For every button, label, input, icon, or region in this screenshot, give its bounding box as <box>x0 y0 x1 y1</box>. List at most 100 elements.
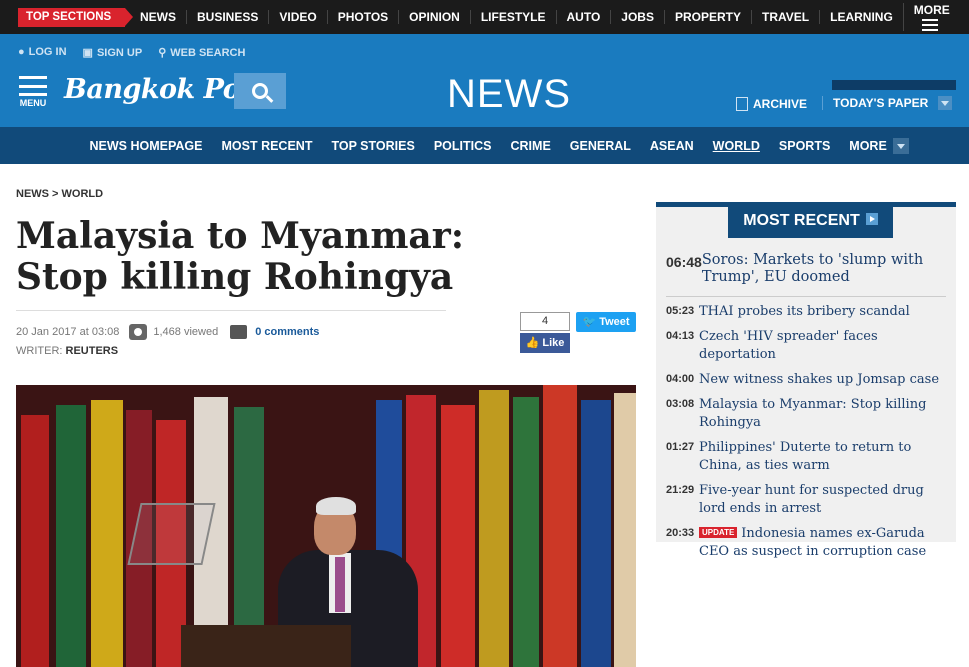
top-nav-more-label: MORE <box>913 3 950 17</box>
web-search-link[interactable]: ⚲ WEB SEARCH <box>158 46 245 59</box>
top-nav-property[interactable]: PROPERTY <box>663 10 751 24</box>
login-link[interactable]: ● LOG IN <box>18 46 67 59</box>
article-meta: 20 Jan 2017 at 03:08 1,468 viewed 0 comm… <box>16 324 319 340</box>
nav-more[interactable]: MORE <box>840 137 919 154</box>
nav-crime[interactable]: CRIME <box>501 139 560 153</box>
twitter-bird-icon: 🐦 <box>582 316 600 328</box>
nav-sports[interactable]: SPORTS <box>769 139 839 153</box>
list-item[interactable]: 21:29 Five-year hunt for suspected drug l… <box>666 482 951 518</box>
section-nav: NEWS HOMEPAGE MOST RECENT TOP STORIES PO… <box>0 127 969 164</box>
archive-link[interactable]: ARCHIVE <box>736 97 807 111</box>
chevron-right-icon <box>865 213 878 225</box>
facebook-like-button[interactable]: 👍 Like <box>520 333 570 353</box>
top-nav: NEWS BUSINESS VIDEO PHOTOS OPINION LIFES… <box>130 0 969 34</box>
speaker-tie <box>335 557 345 612</box>
writer-label: WRITER: <box>16 345 63 357</box>
top-nav-more[interactable]: MORE <box>902 3 969 31</box>
tweet-label: Tweet <box>599 316 630 328</box>
item-headline: Czech 'HIV spreader' faces deportation <box>699 329 878 362</box>
article-photo <box>16 385 636 667</box>
signup-link[interactable]: ▣ SIGN UP <box>83 46 143 59</box>
item-headline: Five-year hunt for suspected drug lord e… <box>699 483 924 516</box>
todays-paper-label: TODAY'S PAPER <box>833 96 929 110</box>
search-button[interactable] <box>234 73 286 109</box>
hamburger-icon <box>921 18 938 31</box>
todays-paper-link[interactable]: TODAY'S PAPER <box>822 96 953 110</box>
top-nav-photos[interactable]: PHOTOS <box>326 10 398 24</box>
list-item[interactable]: 20:33 UPDATE Indonesia names ex-Garuda CEO… <box>666 525 951 561</box>
nav-general[interactable]: GENERAL <box>560 139 640 153</box>
article-headline: Malaysia to Myanmar: Stop killing Rohing… <box>16 215 465 298</box>
item-time: 04:13 <box>666 330 695 342</box>
site-header: ● LOG IN ▣ SIGN UP ⚲ WEB SEARCH MENU Bangko… <box>0 34 969 127</box>
facebook-like-count: 4 <box>520 312 570 331</box>
most-recent-tab[interactable]: MOST RECENT <box>728 206 893 238</box>
top-sections-button[interactable]: TOP SECTIONS <box>18 8 134 27</box>
list-item[interactable]: 01:27 Philippines' Duterte to return to C… <box>666 439 951 475</box>
search-icon <box>252 83 268 99</box>
top-nav-news[interactable]: NEWS <box>130 10 186 24</box>
item-headline: THAI probes its bribery scandal <box>699 304 910 319</box>
nav-politics[interactable]: POLITICS <box>424 139 501 153</box>
item-time: 03:08 <box>666 398 695 410</box>
signup-label: SIGN UP <box>96 47 143 59</box>
most-recent-list: 05:23 THAI probes its bribery scandal 04:… <box>666 303 951 568</box>
list-item[interactable]: 03:08 Malaysia to Myanmar: Stop killing R… <box>666 396 951 432</box>
top-nav-business[interactable]: BUSINESS <box>186 10 268 24</box>
top-nav-opinion[interactable]: OPINION <box>398 10 470 24</box>
archive-label: ARCHIVE <box>753 97 808 111</box>
nav-top-stories[interactable]: TOP STORIES <box>322 139 424 153</box>
list-item[interactable]: 05:23 THAI probes its bribery scandal <box>666 303 951 321</box>
hamburger-icon <box>19 76 47 96</box>
podium <box>181 625 351 667</box>
eye-icon <box>129 324 148 340</box>
nav-most-recent[interactable]: MOST RECENT <box>212 139 322 153</box>
facebook-like-label: Like <box>542 337 565 349</box>
chevron-down-icon[interactable] <box>938 96 953 110</box>
search-icon: ⚲ <box>158 47 167 59</box>
top-nav-auto[interactable]: AUTO <box>555 10 611 24</box>
divider <box>666 296 946 297</box>
archive-icon <box>736 97 748 111</box>
update-badge: UPDATE <box>699 527 738 538</box>
top-nav-travel[interactable]: TRAVEL <box>751 10 819 24</box>
list-item[interactable]: 04:13 Czech 'HIV spreader' faces deportat… <box>666 328 951 364</box>
top-nav-video[interactable]: VIDEO <box>268 10 326 24</box>
nav-asean[interactable]: ASEAN <box>640 139 703 153</box>
writer-name: REUTERS <box>65 345 119 357</box>
view-count: 1,468 viewed <box>153 326 219 338</box>
tweet-button[interactable]: 🐦 Tweet <box>576 312 636 332</box>
item-time: 21:29 <box>666 484 695 496</box>
menu-label: MENU <box>19 98 47 108</box>
nav-news-homepage[interactable]: NEWS HOMEPAGE <box>80 139 212 153</box>
top-nav-lifestyle[interactable]: LIFESTYLE <box>469 10 556 24</box>
user-icon: ● <box>18 46 25 58</box>
most-recent-top-item[interactable]: 06:48 Soros: Markets to 'slump with Trum… <box>666 252 946 286</box>
top-bar: TOP SECTIONS NEWS BUSINESS VIDEO PHOTOS … <box>0 0 969 34</box>
list-item[interactable]: 04:00 New witness shakes up Jomsap case <box>666 371 951 389</box>
menu-button[interactable]: MENU <box>16 76 50 108</box>
section-title: NEWS <box>447 72 571 116</box>
login-label: LOG IN <box>28 46 67 58</box>
chevron-down-icon <box>892 137 909 154</box>
item-time: 05:23 <box>666 305 695 317</box>
item-headline: Malaysia to Myanmar: Stop killing Rohing… <box>699 397 927 430</box>
item-time: 04:00 <box>666 373 695 385</box>
todays-paper-thumbnail[interactable] <box>832 80 956 90</box>
most-recent-panel: MOST RECENT 06:48 Soros: Markets to 'slu… <box>656 202 956 559</box>
comments-link[interactable]: 0 comments <box>255 326 319 338</box>
item-headline: Philippines' Duterte to return to China,… <box>699 440 912 473</box>
teleprompter <box>127 503 216 565</box>
breadcrumb[interactable]: NEWS > WORLD <box>16 188 103 200</box>
article-date: 20 Jan 2017 at 03:08 <box>16 326 120 338</box>
nav-world[interactable]: WORLD <box>703 139 769 153</box>
web-search-label: WEB SEARCH <box>170 47 246 59</box>
user-bar: ● LOG IN ▣ SIGN UP ⚲ WEB SEARCH <box>18 46 245 59</box>
divider <box>16 310 446 311</box>
nav-more-label: MORE <box>849 138 887 153</box>
top-nav-jobs[interactable]: JOBS <box>610 10 664 24</box>
item-headline: New witness shakes up Jomsap case <box>699 372 940 387</box>
top-nav-learning[interactable]: LEARNING <box>819 10 903 24</box>
item-time: 01:27 <box>666 441 695 453</box>
comment-icon <box>230 325 248 339</box>
